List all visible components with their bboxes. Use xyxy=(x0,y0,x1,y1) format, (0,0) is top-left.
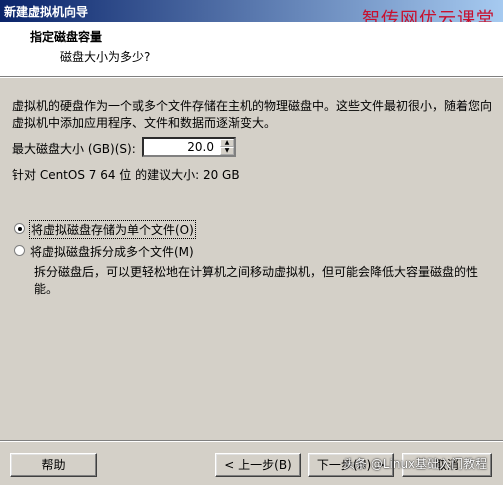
radio-button-split[interactable] xyxy=(14,245,25,256)
bottom-divider-highlight xyxy=(0,441,503,442)
stepper-up-icon[interactable]: ▲ xyxy=(220,139,234,147)
back-button[interactable]: < 上一步(B) xyxy=(215,453,301,477)
radio-split-label[interactable]: 将虚拟磁盘拆分成多个文件(M) xyxy=(30,243,194,260)
help-button[interactable]: 帮助 xyxy=(10,453,97,477)
wizard-header: 指定磁盘容量 磁盘大小为多少? xyxy=(0,22,503,77)
header-subtitle: 磁盘大小为多少? xyxy=(60,50,151,64)
divider xyxy=(0,77,503,78)
header-title: 指定磁盘容量 xyxy=(30,30,103,44)
description-text: 虚拟机的硬盘作为一个或多个文件存储在主机的物理磁盘中。这些文件最初很小，随着您向… xyxy=(12,99,493,130)
split-note-text: 拆分磁盘后，可以更轻松地在计算机之间移动虚拟机，但可能会降低大容量磁盘的性能。 xyxy=(34,265,479,296)
recommended-size-text: 针对 CentOS 7 64 位 的建议大小: 20 GB xyxy=(12,168,240,182)
watermark-bottom: 头条 @Linux基础入门教程 xyxy=(343,457,488,471)
window-title: 新建虚拟机向导 xyxy=(4,5,89,19)
disk-size-value[interactable]: 20.0 xyxy=(187,140,214,154)
radio-single-label[interactable]: 将虚拟磁盘存储为单个文件(O) xyxy=(29,220,196,239)
disk-size-label: 最大磁盘大小 (GB)(S): xyxy=(12,142,136,156)
disk-size-stepper[interactable]: 20.0 ▲ ▼ xyxy=(142,137,236,157)
radio-button-single[interactable] xyxy=(14,223,25,234)
stepper-arrows: ▲ ▼ xyxy=(220,139,234,155)
stepper-down-icon[interactable]: ▼ xyxy=(220,147,234,155)
